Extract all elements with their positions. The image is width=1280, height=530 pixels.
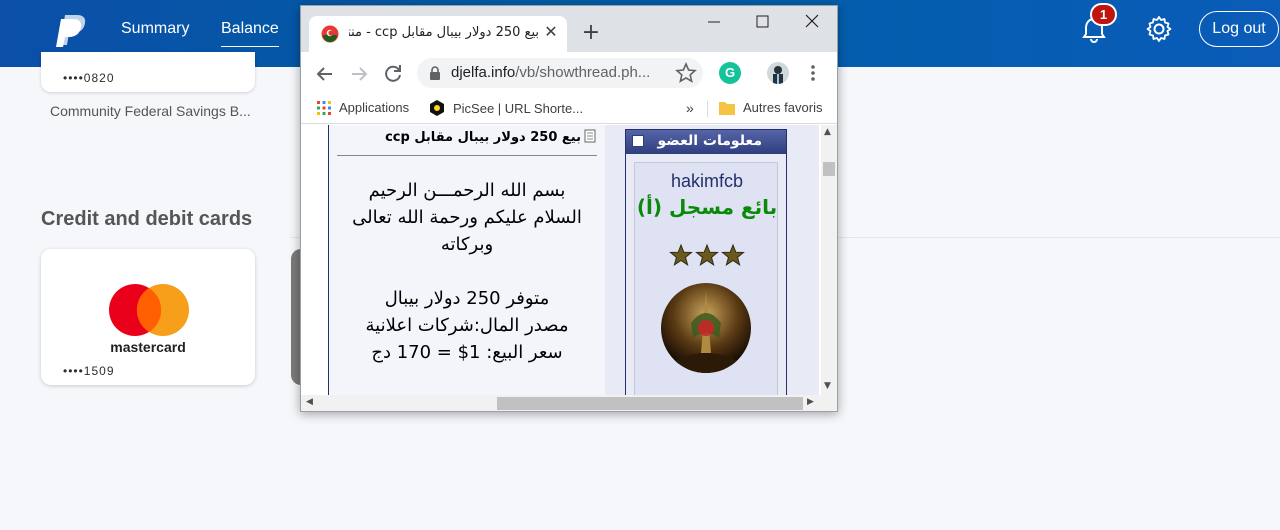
site-favicon-icon bbox=[321, 25, 339, 43]
post-line: متوفر 250 دولار بيبال bbox=[384, 288, 550, 309]
cards-section-title: Credit and debit cards bbox=[41, 208, 253, 230]
nav-summary[interactable]: Summary bbox=[121, 20, 189, 38]
new-tab-icon[interactable]: + bbox=[579, 22, 603, 46]
member-column: معلومات العضو hakimfcb بائع مسجل (أ) bbox=[605, 125, 819, 395]
forum-post: بيع 250 دولار بيبال مقابل ccp بسم الله ا… bbox=[328, 125, 819, 395]
scroll-down-icon[interactable]: ▼ bbox=[824, 381, 831, 391]
forward-icon[interactable] bbox=[347, 62, 371, 86]
minimize-icon[interactable] bbox=[699, 10, 729, 34]
scroll-right-icon[interactable]: ▶ bbox=[807, 397, 814, 407]
back-icon[interactable] bbox=[313, 62, 337, 86]
tab-title: بيع 250 دولار بيبال مقابل ccp - منتديات bbox=[349, 25, 539, 40]
gear-icon[interactable] bbox=[1144, 14, 1174, 44]
bank-name: Community Federal Savings B... bbox=[50, 103, 251, 119]
post-title: بيع 250 دولار بيبال مقابل ccp bbox=[385, 129, 597, 145]
close-window-icon[interactable] bbox=[797, 10, 827, 34]
card-brand: mastercard bbox=[110, 339, 186, 355]
folder-icon bbox=[719, 102, 735, 115]
browser-window: بيع 250 دولار بيبال مقابل ccp - منتديات … bbox=[300, 5, 838, 412]
scroll-up-icon[interactable]: ▲ bbox=[824, 127, 831, 137]
member-info-title: معلومات العضو bbox=[657, 133, 762, 149]
rank-stars-icon bbox=[669, 243, 745, 266]
member-info-header: معلومات العضو bbox=[626, 130, 786, 154]
mastercard-logo-icon bbox=[109, 284, 189, 336]
member-info-box: معلومات العضو hakimfcb بائع مسجل (أ) bbox=[625, 129, 787, 395]
post-line: سعر البيع: 1$ = 170 دج bbox=[371, 342, 563, 363]
nav-balance[interactable]: Balance bbox=[221, 20, 279, 47]
notification-badge: 1 bbox=[1090, 3, 1117, 26]
collapse-checkbox-icon[interactable] bbox=[632, 135, 644, 147]
maximize-icon[interactable] bbox=[747, 10, 777, 34]
menu-dots-icon[interactable] bbox=[805, 62, 821, 84]
url-host: djelfa.info bbox=[451, 64, 516, 81]
bookmark-other-label: Autres favoris bbox=[743, 100, 823, 115]
tab-strip: بيع 250 دولار بيبال مقابل ccp - منتديات … bbox=[301, 6, 837, 52]
paypal-logo[interactable] bbox=[56, 13, 88, 49]
post-line: بسم الله الرحمـــن الرحيم bbox=[368, 180, 566, 201]
card-number: ••••1509 bbox=[63, 364, 115, 378]
logout-button[interactable]: Log out bbox=[1199, 11, 1279, 47]
bank-account-number: ••••0820 bbox=[63, 71, 115, 85]
horizontal-scroll-thumb[interactable] bbox=[497, 397, 803, 410]
url-path: /vb/showthread.ph... bbox=[515, 64, 651, 81]
post-line: مصدر المال:شركات اعلانية bbox=[365, 315, 569, 336]
bookmark-apps[interactable]: Applications bbox=[317, 100, 409, 115]
scroll-left-icon[interactable]: ◀ bbox=[306, 397, 313, 407]
url-text[interactable]: djelfa.info/vb/showthread.ph... bbox=[451, 64, 650, 81]
member-avatar[interactable] bbox=[661, 283, 751, 373]
bookmark-other-folder[interactable]: Autres favoris bbox=[719, 100, 822, 115]
bookmarks-separator bbox=[707, 101, 708, 117]
bookmark-picsee-label: PicSee | URL Shorte... bbox=[453, 101, 584, 116]
bookmark-picsee[interactable]: PicSee | URL Shorte... bbox=[429, 100, 583, 116]
bookmark-star-icon[interactable] bbox=[675, 62, 697, 84]
post-document-icon bbox=[584, 129, 596, 143]
picsee-icon bbox=[430, 100, 444, 116]
bookmark-apps-label: Applications bbox=[339, 100, 410, 115]
close-tab-icon[interactable]: ✕ bbox=[541, 23, 561, 43]
bookmarks-bar: Applications PicSee | URL Shorte... » Au… bbox=[301, 94, 837, 124]
member-card: hakimfcb بائع مسجل (أ) bbox=[634, 162, 778, 395]
grammarly-extension-icon[interactable]: G bbox=[719, 62, 741, 84]
post-line bbox=[337, 258, 597, 285]
bookmarks-overflow[interactable]: » bbox=[686, 100, 694, 116]
apps-grid-icon bbox=[317, 101, 331, 115]
post-message: بسم الله الرحمـــن الرحيم السلام عليكم و… bbox=[337, 177, 597, 366]
lock-icon[interactable] bbox=[429, 66, 441, 80]
vertical-scroll-thumb[interactable] bbox=[823, 162, 835, 176]
address-bar[interactable]: djelfa.info/vb/showthread.ph... bbox=[417, 58, 703, 88]
profile-avatar[interactable] bbox=[767, 62, 789, 84]
post-title-text: بيع 250 دولار بيبال مقابل ccp bbox=[385, 130, 581, 145]
user-title: بائع مسجل (أ) bbox=[636, 195, 778, 219]
post-body: بيع 250 دولار بيبال مقابل ccp بسم الله ا… bbox=[329, 125, 605, 395]
browser-toolbar: djelfa.info/vb/showthread.ph... G bbox=[301, 52, 837, 94]
web-page-content: بيع 250 دولار بيبال مقابل ccp بسم الله ا… bbox=[301, 125, 821, 395]
mastercard-card[interactable]: mastercard ••••1509 bbox=[41, 249, 255, 385]
username-link[interactable]: hakimfcb bbox=[635, 171, 779, 192]
reload-icon[interactable] bbox=[381, 62, 405, 86]
post-line: السلام عليكم ورحمة الله تعالى وبركاته bbox=[352, 207, 582, 255]
post-divider bbox=[337, 155, 597, 156]
browser-tab[interactable]: بيع 250 دولار بيبال مقابل ccp - منتديات … bbox=[309, 16, 567, 52]
